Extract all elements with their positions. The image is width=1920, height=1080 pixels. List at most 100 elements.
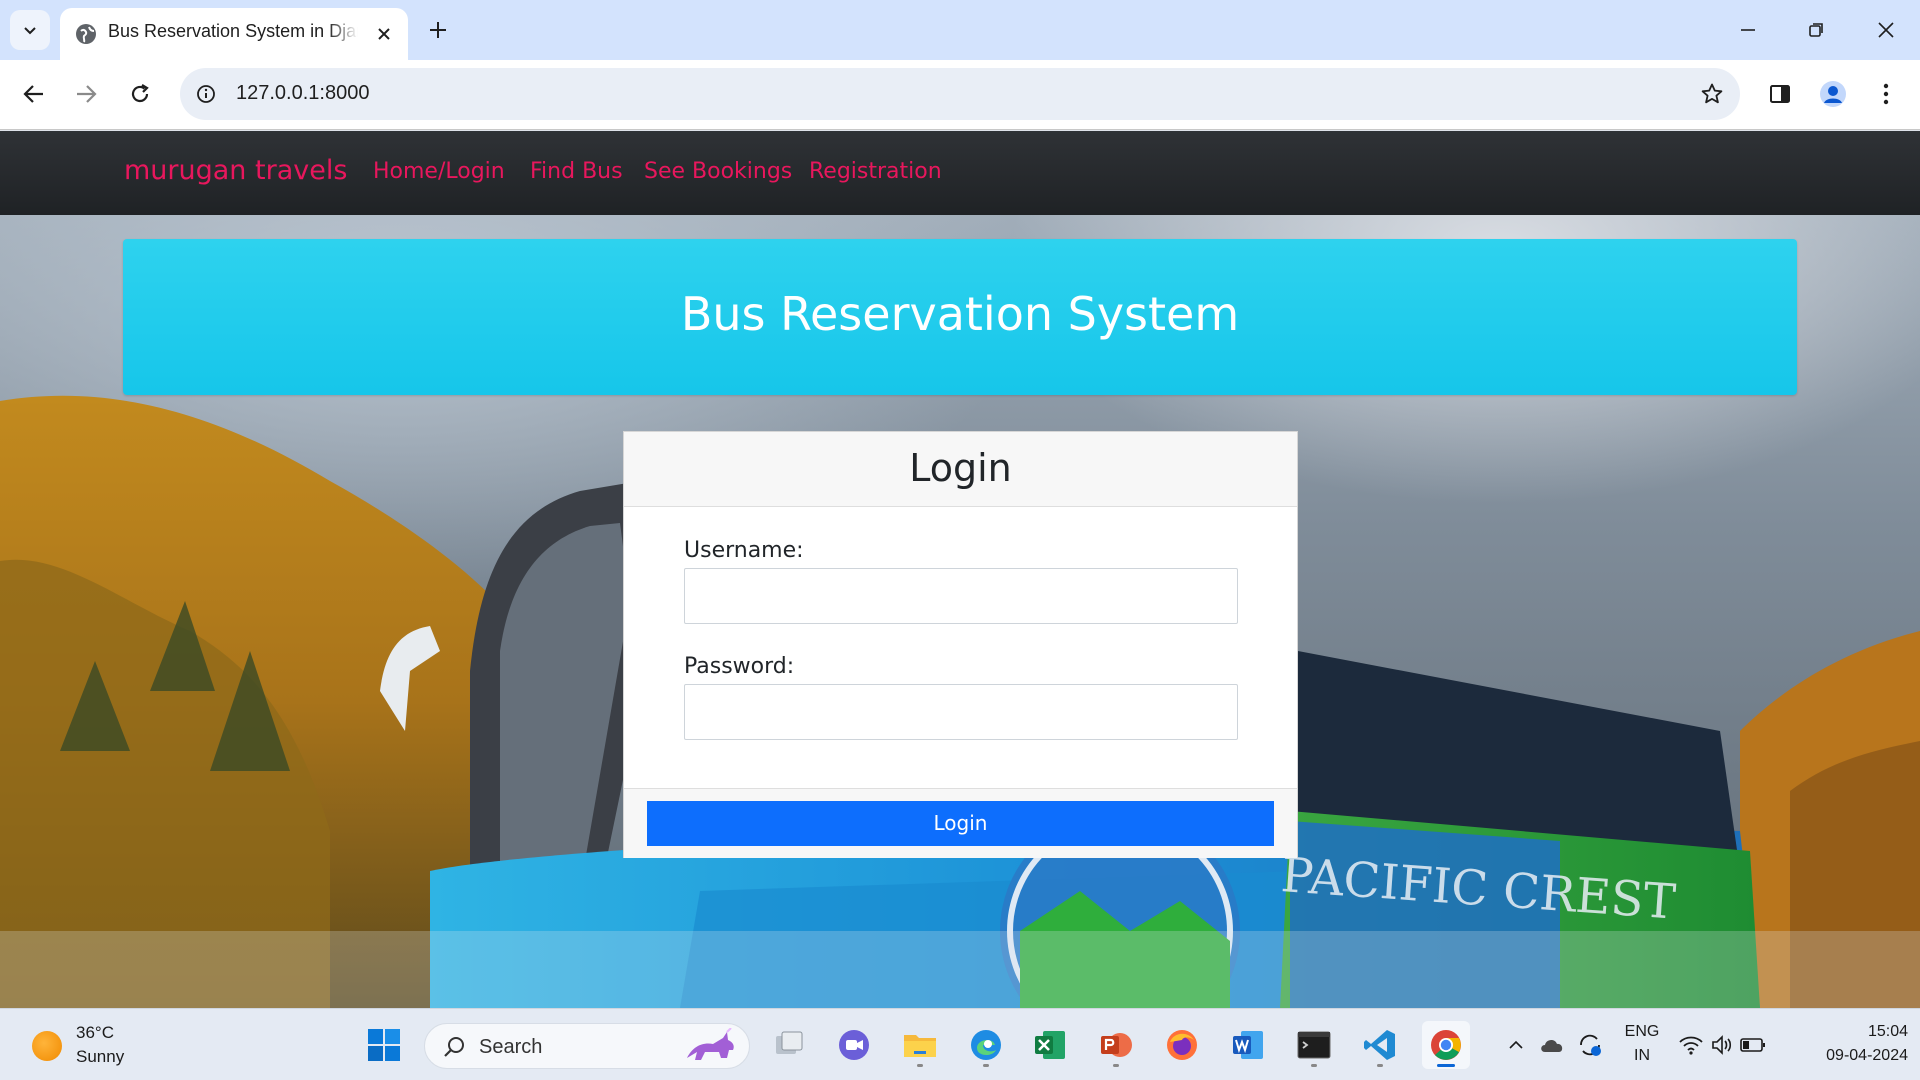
taskbar-search[interactable]: Search — [424, 1023, 750, 1069]
running-indicator — [1377, 1064, 1383, 1067]
taskbar-file-explorer[interactable] — [896, 1021, 944, 1069]
taskbar-firefox[interactable] — [1158, 1021, 1206, 1069]
search-icon — [444, 1037, 464, 1057]
edge-icon — [971, 1030, 1001, 1060]
sync-tray[interactable] — [1566, 1021, 1614, 1069]
firefox-icon — [1167, 1030, 1197, 1060]
running-indicator — [983, 1064, 989, 1067]
password-label: Password: — [684, 654, 795, 679]
login-card-footer: Login — [624, 788, 1297, 858]
login-card-header: Login — [624, 432, 1297, 507]
password-input[interactable] — [684, 684, 1238, 740]
arrow-right-icon — [77, 85, 97, 103]
search-label: Search — [479, 1036, 543, 1058]
battery-icon — [1740, 1038, 1765, 1052]
taskbar-teams[interactable] — [830, 1021, 878, 1069]
teams-icon — [839, 1030, 869, 1060]
nav-link-registration[interactable]: Registration — [809, 159, 942, 184]
nav-link-home-login[interactable]: Home/Login — [373, 159, 505, 184]
minimize-button[interactable] — [1724, 10, 1772, 50]
restore-button[interactable] — [1792, 10, 1840, 50]
nav-link-see-bookings[interactable]: See Bookings — [644, 159, 792, 184]
chevron-down-icon — [24, 27, 36, 35]
new-tab-button[interactable] — [422, 14, 454, 46]
clock-date: 09-04-2024 — [1826, 1047, 1908, 1064]
bookmark-star-icon[interactable] — [1698, 80, 1726, 108]
username-input[interactable] — [684, 568, 1238, 624]
region-code: IN — [1634, 1047, 1650, 1064]
globe-icon — [76, 24, 96, 44]
running-indicator — [917, 1064, 923, 1067]
start-button[interactable] — [360, 1021, 408, 1069]
hero-banner: Bus Reservation System — [123, 239, 1797, 395]
chrome-icon — [1431, 1030, 1461, 1060]
minimize-icon — [1741, 29, 1755, 31]
nav-link-find-bus[interactable]: Find Bus — [530, 159, 623, 184]
tab-title: Bus Reservation System in Django — [108, 21, 358, 41]
word-icon — [1233, 1031, 1263, 1059]
chevron-up-icon — [1509, 1040, 1523, 1049]
reload-button[interactable] — [120, 74, 160, 114]
quick-settings[interactable] — [1672, 1021, 1772, 1069]
menu-button[interactable] — [1866, 74, 1906, 114]
folder-icon — [904, 1035, 936, 1057]
close-icon — [1878, 22, 1894, 38]
reload-icon — [131, 84, 149, 103]
powerpoint-icon — [1101, 1033, 1132, 1057]
task-view-icon — [776, 1031, 803, 1054]
taskbar: 36°C Sunny Search ENG IN 15:04 09-04-202… — [0, 1008, 1920, 1080]
taskbar-terminal[interactable] — [1290, 1021, 1338, 1069]
browser-tab-strip: Bus Reservation System in Django — [0, 0, 1920, 60]
tab-search-button[interactable] — [10, 10, 50, 50]
taskbar-word[interactable] — [1224, 1021, 1272, 1069]
vscode-icon — [1364, 1030, 1395, 1060]
avatar-icon — [1820, 81, 1846, 107]
running-indicator — [1113, 1064, 1119, 1067]
sun-icon — [32, 1031, 62, 1061]
login-title: Login — [909, 446, 1012, 490]
login-button[interactable]: Login — [647, 801, 1274, 846]
username-label: Username: — [684, 538, 804, 563]
side-panel-button[interactable] — [1760, 74, 1800, 114]
weather-condition: Sunny — [76, 1047, 125, 1066]
weather-temperature: 36°C — [76, 1023, 114, 1042]
site-brand[interactable]: murugan travels — [124, 155, 347, 186]
info-icon[interactable] — [192, 80, 220, 108]
taskbar-chrome[interactable] — [1422, 1021, 1470, 1069]
taskbar-excel[interactable] — [1026, 1021, 1074, 1069]
restore-icon — [1809, 23, 1823, 37]
running-indicator — [1311, 1064, 1317, 1067]
unicorn-icon — [687, 1028, 734, 1060]
close-icon[interactable] — [372, 22, 396, 46]
url-text: 127.0.0.1:8000 — [236, 82, 370, 104]
forward-button[interactable] — [66, 74, 106, 114]
cloud-icon — [1541, 1039, 1563, 1052]
running-indicator — [1437, 1064, 1455, 1067]
page-title: Bus Reservation System — [680, 287, 1240, 341]
taskbar-vscode[interactable] — [1356, 1021, 1404, 1069]
windows-icon — [368, 1029, 400, 1061]
sync-icon — [1580, 1034, 1601, 1056]
address-bar[interactable]: 127.0.0.1:8000 — [180, 68, 1740, 120]
site-navbar: murugan travels Home/Login Find Bus See … — [0, 131, 1920, 215]
clock-time: 15:04 — [1867, 1023, 1908, 1040]
volume-icon — [1712, 1035, 1732, 1055]
wifi-icon — [1679, 1036, 1703, 1055]
taskbar-edge[interactable] — [962, 1021, 1010, 1069]
active-tab[interactable]: Bus Reservation System in Django — [60, 8, 408, 60]
back-button[interactable] — [14, 74, 54, 114]
login-card: Login Username: Password: Login — [623, 431, 1298, 858]
browser-toolbar: 127.0.0.1:8000 — [0, 60, 1920, 130]
profile-button[interactable] — [1813, 74, 1853, 114]
plus-icon — [430, 22, 446, 38]
language-code: ENG — [1624, 1023, 1660, 1040]
side-panel-icon — [1770, 85, 1790, 103]
excel-icon — [1035, 1031, 1065, 1059]
arrow-left-icon — [23, 85, 43, 103]
page-viewport: PACIFIC CREST murugan travels Home/Login… — [0, 131, 1920, 1008]
taskbar-task-view[interactable] — [765, 1021, 813, 1069]
terminal-icon — [1297, 1031, 1331, 1059]
kebab-menu-icon — [1883, 83, 1889, 105]
taskbar-powerpoint[interactable] — [1092, 1021, 1140, 1069]
close-window-button[interactable] — [1862, 10, 1910, 50]
